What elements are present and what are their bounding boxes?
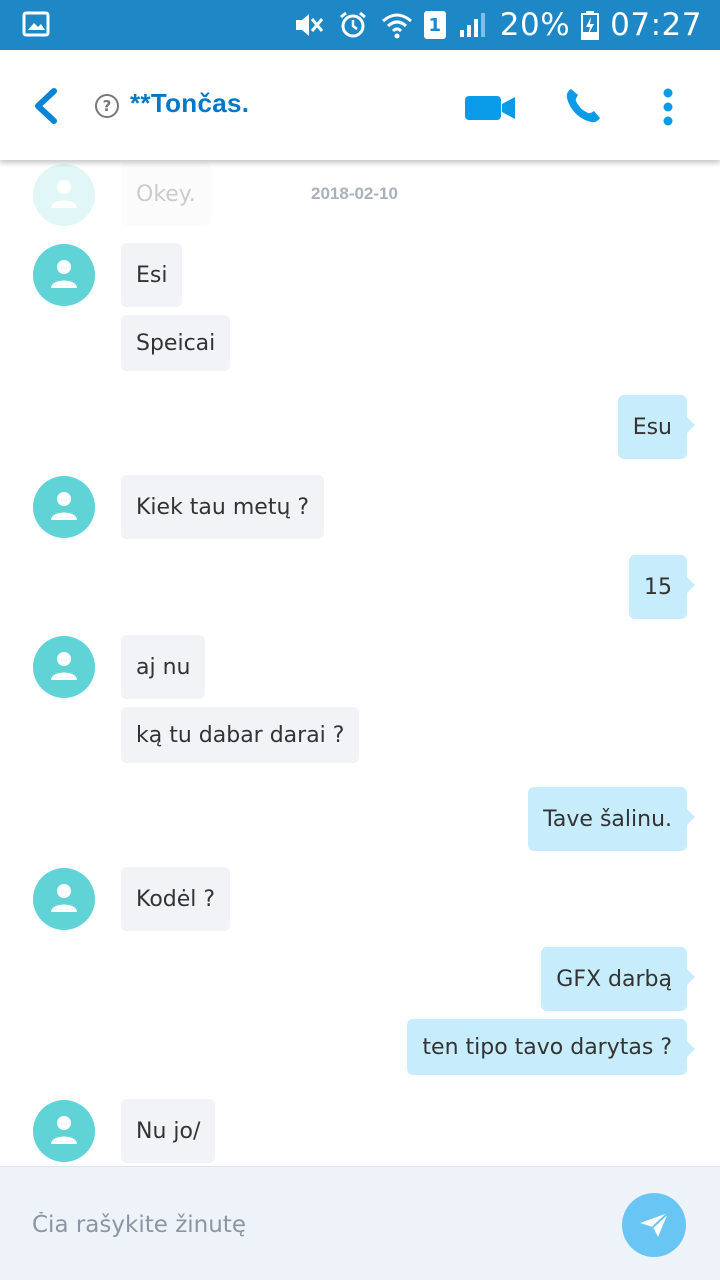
person-icon: [51, 652, 77, 680]
battery-percent: 20%: [499, 7, 571, 43]
send-button[interactable]: [622, 1193, 686, 1257]
help-icon[interactable]: ?: [95, 94, 119, 118]
person-icon: [51, 492, 77, 520]
message-input[interactable]: [32, 1205, 592, 1245]
mute-icon: [295, 14, 323, 36]
message-bubble-outgoing[interactable]: 15: [629, 555, 695, 619]
send-icon: [640, 1212, 669, 1237]
person-icon: [51, 180, 77, 208]
person-icon: [51, 1116, 77, 1144]
status-bar: 1 20% 07:27: [0, 0, 720, 50]
message-bubble-incoming[interactable]: aj nu: [121, 635, 206, 699]
message-bubble-incoming[interactable]: Speicai: [121, 315, 231, 371]
battery-charging-icon: [581, 11, 600, 40]
person-icon: [51, 884, 77, 912]
date-separator: 2018-02-10: [311, 184, 398, 203]
contact-avatar[interactable]: [33, 476, 95, 538]
message-bubble-incoming[interactable]: ką tu dabar darai ?: [121, 707, 360, 763]
signal-icon: [459, 13, 485, 37]
clock: 07:27: [610, 7, 702, 43]
message-bubble-outgoing[interactable]: Tave šalinu.: [528, 787, 695, 851]
message-composer: [0, 1166, 720, 1280]
person-icon: [51, 260, 77, 288]
contact-avatar[interactable]: [33, 164, 95, 226]
message-bubble-incoming[interactable]: Kiek tau metų ?: [121, 475, 325, 539]
video-call-icon[interactable]: [464, 94, 516, 122]
voice-call-icon[interactable]: [563, 86, 603, 126]
status-icons: 1 20% 07:27: [292, 0, 702, 50]
contact-avatar[interactable]: [33, 244, 95, 306]
message-bubble-incoming[interactable]: Kodėl ?: [121, 867, 231, 931]
message-bubble-outgoing[interactable]: GFX darbą: [541, 947, 695, 1011]
contact-avatar[interactable]: [33, 636, 95, 698]
contact-name[interactable]: **Tončas.: [130, 88, 249, 119]
message-bubble-incoming[interactable]: Nu jo/: [121, 1099, 216, 1163]
more-options-icon[interactable]: [662, 88, 674, 126]
message-bubble-incoming[interactable]: Okey.: [121, 162, 211, 226]
gallery-icon: [22, 11, 50, 37]
back-icon[interactable]: [30, 88, 60, 124]
sim-icon: 1: [423, 11, 446, 39]
contact-avatar[interactable]: [33, 868, 95, 930]
message-list[interactable]: Okey. 2018-02-10 Esi Speicai Esu Kiek ta…: [0, 160, 720, 1166]
chat-header: ? **Tončas.: [0, 50, 720, 160]
message-bubble-outgoing[interactable]: Esu: [617, 395, 696, 459]
alarm-icon: [339, 11, 366, 38]
contact-avatar[interactable]: [33, 1100, 95, 1162]
message-bubble-incoming[interactable]: Esi: [121, 243, 183, 307]
wifi-icon: [381, 13, 412, 39]
message-bubble-outgoing[interactable]: ten tipo tavo darytas ?: [407, 1019, 695, 1075]
